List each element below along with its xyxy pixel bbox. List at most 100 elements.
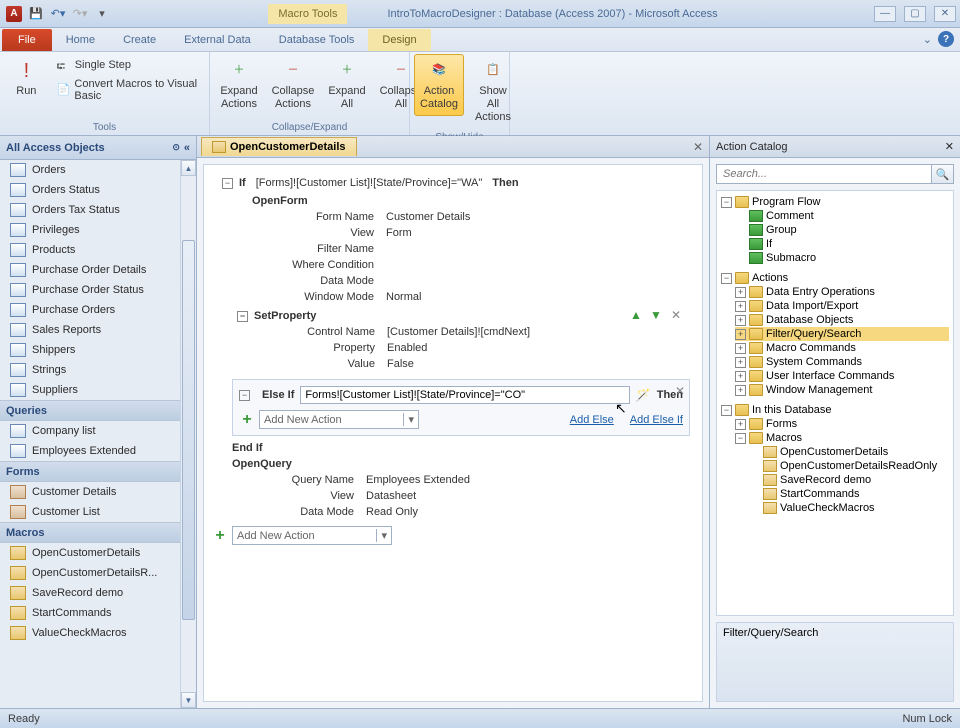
- nav-item-query[interactable]: Company list: [0, 421, 196, 441]
- collapse-toggle[interactable]: −: [239, 390, 250, 401]
- nav-item-macro[interactable]: OpenCustomerDetailsR...: [0, 563, 196, 583]
- convert-macros-button[interactable]: 📄Convert Macros to Visual Basic: [53, 76, 205, 104]
- nav-item-table[interactable]: Purchase Orders: [0, 300, 196, 320]
- prop-value[interactable]: False: [387, 358, 414, 370]
- ribbon-minimize-icon[interactable]: ⌄: [923, 33, 932, 46]
- nav-item-table[interactable]: Orders: [0, 160, 196, 180]
- catalog-tree[interactable]: − Program Flow CommentGroupIfSubmacro − Ac…: [716, 190, 954, 616]
- tree-item[interactable]: +Data Import/Export: [735, 299, 949, 313]
- prop-value[interactable]: Datasheet: [366, 490, 416, 502]
- close-button[interactable]: ✕: [934, 6, 956, 22]
- app-icon[interactable]: A: [4, 4, 24, 24]
- action-openquery[interactable]: OpenQuery: [216, 458, 690, 470]
- collapse-toggle[interactable]: −: [237, 311, 248, 322]
- tree-item[interactable]: +User Interface Commands: [735, 369, 949, 383]
- prop-value[interactable]: Customer Details: [386, 211, 470, 223]
- expander-icon[interactable]: +: [735, 419, 746, 430]
- tab-database-tools[interactable]: Database Tools: [265, 29, 369, 51]
- tree-node-actions[interactable]: Actions: [752, 272, 788, 284]
- expander-icon[interactable]: +: [735, 315, 746, 326]
- redo-icon[interactable]: ↷▾: [70, 4, 90, 24]
- nav-group-macros[interactable]: Macros⌃: [0, 522, 196, 543]
- nav-item-table[interactable]: Purchase Order Status: [0, 280, 196, 300]
- tree-node-forms[interactable]: Forms: [766, 418, 797, 430]
- tree-item[interactable]: OpenCustomerDetailsReadOnly: [763, 459, 949, 473]
- action-catalog-button[interactable]: 📚Action Catalog: [414, 54, 464, 116]
- tree-item[interactable]: Group: [749, 223, 949, 237]
- tab-design[interactable]: Design: [368, 29, 430, 51]
- expander-icon[interactable]: −: [721, 405, 732, 416]
- nav-scrollbar[interactable]: ▲ ▼: [180, 160, 196, 708]
- add-icon[interactable]: +: [212, 528, 228, 544]
- search-icon[interactable]: 🔍: [932, 164, 954, 184]
- action-setproperty[interactable]: SetProperty: [254, 310, 316, 322]
- action-openform[interactable]: OpenForm: [216, 195, 690, 207]
- tree-item[interactable]: +Data Entry Operations: [735, 285, 949, 299]
- collapse-toggle[interactable]: −: [222, 178, 233, 189]
- scroll-thumb[interactable]: [182, 240, 195, 620]
- file-tab[interactable]: File: [2, 29, 52, 51]
- expander-icon[interactable]: −: [721, 273, 732, 284]
- tree-node-inthisdb[interactable]: In this Database: [752, 404, 832, 416]
- expander-icon[interactable]: +: [735, 343, 746, 354]
- nav-item-macro[interactable]: OpenCustomerDetails: [0, 543, 196, 563]
- scroll-down-icon[interactable]: ▼: [181, 692, 196, 708]
- add-else-link[interactable]: Add Else: [570, 414, 614, 426]
- tab-home[interactable]: Home: [52, 29, 109, 51]
- maximize-button[interactable]: ▢: [904, 6, 926, 22]
- nav-item-table[interactable]: Purchase Order Details: [0, 260, 196, 280]
- nav-item-macro[interactable]: StartCommands: [0, 603, 196, 623]
- help-icon[interactable]: ?: [938, 31, 954, 47]
- prop-value[interactable]: [Customer Details]![cmdNext]: [387, 326, 530, 338]
- tree-node-program-flow[interactable]: Program Flow: [752, 196, 820, 208]
- single-step-button[interactable]: ⮓Single Step: [53, 56, 205, 74]
- move-down-icon[interactable]: ▼: [649, 308, 663, 322]
- builder-icon[interactable]: 🪄: [636, 388, 651, 402]
- expand-all-button[interactable]: ＋Expand All: [322, 54, 372, 116]
- expander-icon[interactable]: +: [735, 371, 746, 382]
- expander-icon[interactable]: +: [735, 357, 746, 368]
- prop-value[interactable]: Read Only: [366, 506, 418, 518]
- if-condition[interactable]: [Forms]![Customer List]![State/Province]…: [246, 177, 493, 189]
- nav-item-table[interactable]: Shippers: [0, 340, 196, 360]
- nav-item-macro[interactable]: ValueCheckMacros: [0, 623, 196, 643]
- dropdown-icon[interactable]: ▾: [403, 413, 414, 426]
- nav-collapse-icon[interactable]: «: [184, 142, 190, 154]
- document-close-icon[interactable]: ✕: [693, 140, 703, 154]
- scroll-up-icon[interactable]: ▲: [181, 160, 196, 176]
- document-tab[interactable]: OpenCustomerDetails: [201, 137, 357, 156]
- nav-item-table[interactable]: Strings: [0, 360, 196, 380]
- tree-item[interactable]: +Filter/Query/Search: [735, 327, 949, 341]
- add-icon[interactable]: +: [239, 412, 255, 428]
- collapse-actions-button[interactable]: －Collapse Actions: [268, 54, 318, 116]
- nav-group-forms[interactable]: Forms⌃: [0, 461, 196, 482]
- nav-item-table[interactable]: Products: [0, 240, 196, 260]
- add-elseif-link[interactable]: Add Else If: [630, 414, 683, 426]
- tree-item[interactable]: If: [749, 237, 949, 251]
- nav-item-macro[interactable]: SaveRecord demo: [0, 583, 196, 603]
- tab-external-data[interactable]: External Data: [170, 29, 265, 51]
- tree-item[interactable]: Comment: [749, 209, 949, 223]
- show-all-actions-button[interactable]: 📋Show All Actions: [468, 54, 518, 130]
- catalog-search-input[interactable]: [716, 164, 932, 184]
- tree-item[interactable]: SaveRecord demo: [763, 473, 949, 487]
- elseif-delete-icon[interactable]: ✕: [675, 384, 685, 398]
- qat-customize-icon[interactable]: ▾: [92, 4, 112, 24]
- expander-icon[interactable]: +: [735, 329, 746, 340]
- nav-item-query[interactable]: Employees Extended: [0, 441, 196, 461]
- tree-item[interactable]: Submacro: [749, 251, 949, 265]
- expander-icon[interactable]: −: [735, 433, 746, 444]
- tree-item[interactable]: +System Commands: [735, 355, 949, 369]
- nav-item-form[interactable]: Customer List: [0, 502, 196, 522]
- tree-item[interactable]: +Database Objects: [735, 313, 949, 327]
- nav-item-table[interactable]: Orders Status: [0, 180, 196, 200]
- add-new-action-combo[interactable]: Add New Action▾: [232, 526, 392, 545]
- tree-item[interactable]: OpenCustomerDetails: [763, 445, 949, 459]
- expand-actions-button[interactable]: ＋Expand Actions: [214, 54, 264, 116]
- add-new-action-combo[interactable]: Add New Action▾: [259, 410, 419, 429]
- nav-group-queries[interactable]: Queries⌃: [0, 400, 196, 421]
- expander-icon[interactable]: +: [735, 385, 746, 396]
- elseif-condition-input[interactable]: [300, 386, 629, 404]
- nav-dropdown-icon[interactable]: ⊙: [172, 142, 180, 153]
- nav-item-table[interactable]: Suppliers: [0, 380, 196, 400]
